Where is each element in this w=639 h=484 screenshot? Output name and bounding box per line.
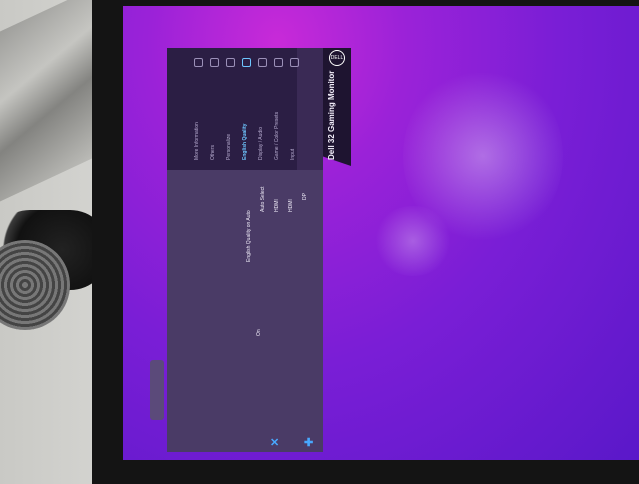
- option-value-2[interactable]: HDMI: [274, 199, 280, 212]
- option-value-0[interactable]: DP: [302, 193, 308, 200]
- option-value-4[interactable]: English Quality on Auto: [246, 210, 252, 262]
- osd-values-panel: [167, 170, 323, 452]
- menu-item-5[interactable]: Others: [210, 145, 216, 160]
- info-icon: [194, 58, 203, 67]
- add-button[interactable]: ✚: [304, 436, 313, 449]
- exit-tab[interactable]: [150, 360, 164, 420]
- star-icon: [226, 58, 235, 67]
- display-icon: [258, 58, 267, 67]
- menu-item-6[interactable]: More Information: [194, 122, 200, 160]
- others-icon: [210, 58, 219, 67]
- close-button[interactable]: ✕: [270, 436, 279, 449]
- palette-icon: [274, 58, 283, 67]
- screen-glare-secondary: [373, 206, 453, 276]
- osd-title: Dell 32 Gaming Monitor: [327, 70, 336, 160]
- menu-item-3[interactable]: English Quality: [242, 124, 248, 160]
- option-value-5[interactable]: On: [256, 329, 262, 336]
- input-icon: [290, 58, 299, 67]
- menu-item-4[interactable]: Personalize: [226, 134, 232, 160]
- menu-item-1[interactable]: Game / Color Presets: [274, 112, 280, 160]
- menu-item-2[interactable]: Display / Audio: [258, 127, 264, 160]
- dell-logo: DELL: [329, 50, 345, 66]
- quality-icon: [242, 58, 251, 67]
- option-value-1[interactable]: HDMI: [288, 199, 294, 212]
- option-value-3[interactable]: Auto Select: [260, 186, 266, 212]
- menu-item-0[interactable]: Input: [290, 149, 296, 160]
